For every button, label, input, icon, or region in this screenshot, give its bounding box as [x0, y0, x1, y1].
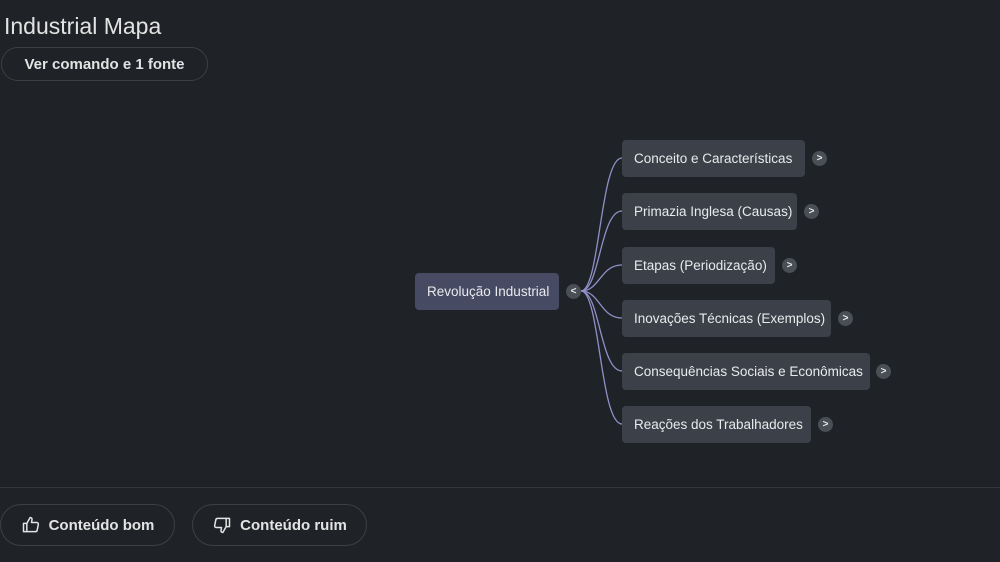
- expand-node-toggle[interactable]: >: [804, 204, 819, 219]
- mindmap-child-node[interactable]: Reações dos Trabalhadores: [622, 406, 811, 443]
- expand-node-toggle[interactable]: >: [782, 258, 797, 273]
- expand-node-toggle[interactable]: >: [876, 364, 891, 379]
- good-content-label: Conteúdo bom: [48, 516, 155, 534]
- connector-line-5: [580, 290, 623, 372]
- expand-node-toggle[interactable]: >: [818, 417, 833, 432]
- mindmap-page: Industrial Mapa Ver comando e 1 fonte Re…: [0, 0, 1000, 562]
- expand-node-toggle[interactable]: >: [812, 151, 827, 166]
- mindmap-root-node[interactable]: Revolução Industrial: [415, 273, 559, 310]
- connector-line-1: [580, 157, 623, 292]
- mindmap-child-node[interactable]: Inovações Técnicas (Exemplos): [622, 300, 831, 337]
- mindmap-child-node[interactable]: Primazia Inglesa (Causas): [622, 193, 797, 230]
- connector-line-4: [580, 290, 623, 319]
- mindmap-child-node[interactable]: Consequências Sociais e Econômicas: [622, 353, 870, 390]
- expand-node-toggle[interactable]: >: [838, 311, 853, 326]
- mindmap-child-node[interactable]: Etapas (Periodização): [622, 247, 775, 284]
- thumbs-up-icon: [22, 516, 39, 533]
- thumbs-down-icon: [214, 517, 231, 534]
- bad-content-button[interactable]: Conteúdo ruim: [192, 504, 367, 546]
- connector-line-3: [580, 264, 623, 292]
- collapse-root-toggle[interactable]: <: [566, 284, 581, 299]
- connector-line-6: [580, 290, 623, 425]
- good-content-button[interactable]: Conteúdo bom: [0, 504, 175, 546]
- bad-content-label: Conteúdo ruim: [240, 516, 347, 534]
- mindmap-child-node[interactable]: Conceito e Características: [622, 140, 805, 177]
- page-title: Industrial Mapa: [4, 13, 162, 39]
- view-prompt-source-button[interactable]: Ver comando e 1 fonte: [1, 47, 208, 81]
- footer-divider: [0, 487, 1000, 488]
- connector-line-2: [580, 210, 623, 292]
